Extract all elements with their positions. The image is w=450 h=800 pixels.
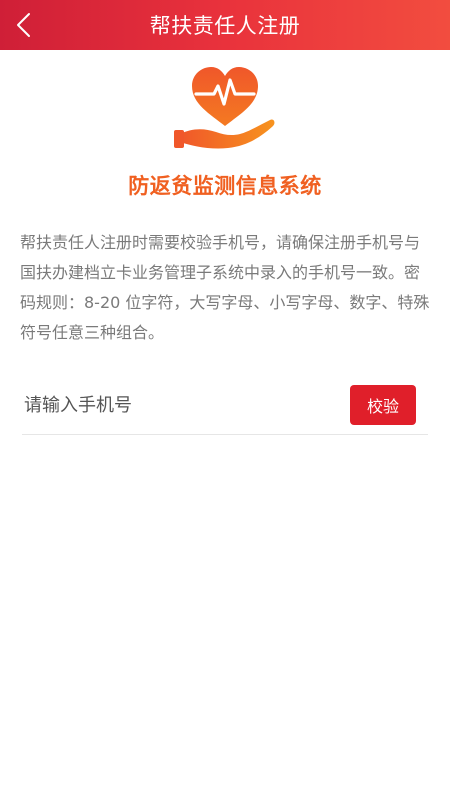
phone-input[interactable] bbox=[22, 394, 324, 416]
top-bar: 帮扶责任人注册 bbox=[0, 0, 450, 50]
page-title: 帮扶责任人注册 bbox=[149, 14, 301, 38]
phone-form-row: 校验 bbox=[22, 376, 428, 435]
chevron-left-icon bbox=[17, 13, 30, 37]
register-screen: 帮扶责任人注册 防返贫监测信息系统 帮扶责任人注册时需要校验手机号，请确保注册手… bbox=[0, 0, 450, 800]
back-button[interactable] bbox=[0, 0, 48, 50]
verify-button[interactable]: 校验 bbox=[350, 385, 416, 425]
registration-notice: 帮扶责任人注册时需要校验手机号，请确保注册手机号与国扶办建档立卡业务管理子系统中… bbox=[20, 233, 430, 342]
heart-pulse-hand-icon bbox=[174, 67, 275, 149]
app-name: 防返贫监测信息系统 bbox=[128, 174, 322, 198]
